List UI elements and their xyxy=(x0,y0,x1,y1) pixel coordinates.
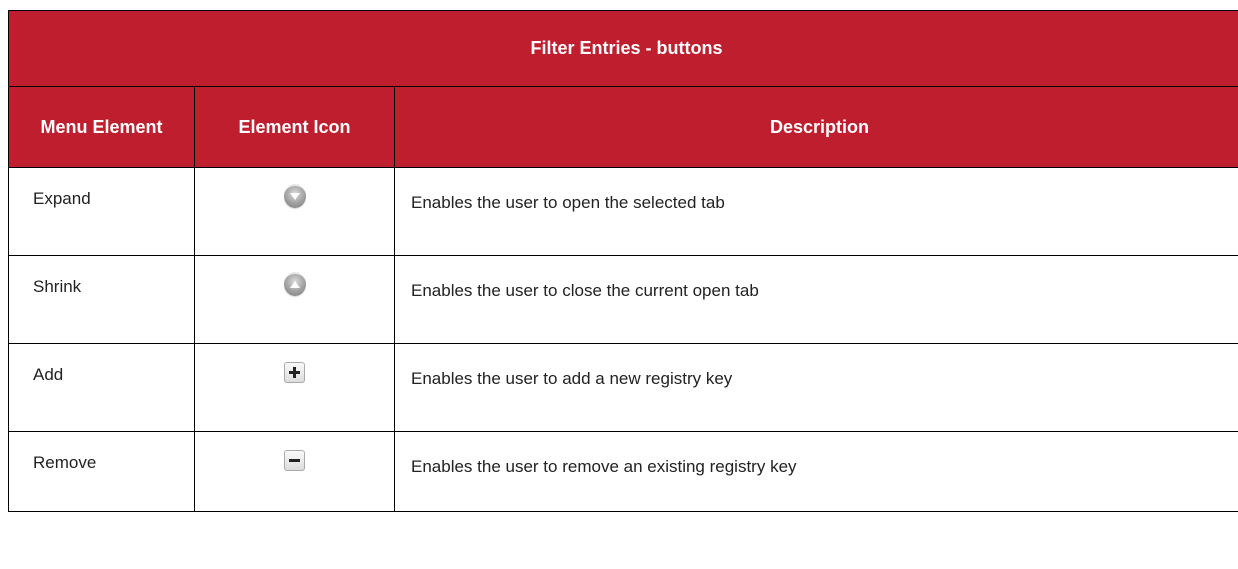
element-icon-cell xyxy=(194,343,395,432)
table-header-row: Menu Element Element Icon Description xyxy=(8,86,1238,168)
description-cell: Enables the user to add a new registry k… xyxy=(393,343,1238,432)
menu-element-name: Expand xyxy=(8,167,195,256)
element-icon-cell xyxy=(194,431,395,512)
menu-element-name: Add xyxy=(8,343,195,432)
header-description: Description xyxy=(393,86,1238,168)
table-container: Filter Entries - buttons Menu Element El… xyxy=(8,10,1238,569)
table-title: Filter Entries - buttons xyxy=(8,10,1238,87)
description-cell: Enables the user to remove an existing r… xyxy=(393,431,1238,512)
menu-element-name: Remove xyxy=(8,431,195,512)
header-menu-element: Menu Element xyxy=(8,86,195,168)
table-row: Remove Enables the user to remove an exi… xyxy=(8,431,1238,512)
element-icon-cell xyxy=(194,255,395,344)
header-element-icon: Element Icon xyxy=(194,86,395,168)
menu-element-name: Shrink xyxy=(8,255,195,344)
description-cell: Enables the user to open the selected ta… xyxy=(393,167,1238,256)
description-cell: Enables the user to close the current op… xyxy=(393,255,1238,344)
plus-icon[interactable] xyxy=(284,362,305,383)
table-row: Shrink Enables the user to close the cur… xyxy=(8,255,1238,344)
table-title-row: Filter Entries - buttons xyxy=(8,10,1238,87)
element-icon-cell xyxy=(194,167,395,256)
chevron-up-circle-icon[interactable] xyxy=(283,272,306,296)
chevron-down-circle-icon[interactable] xyxy=(283,184,306,208)
filter-entries-table: Filter Entries - buttons Menu Element El… xyxy=(8,10,1238,512)
table-row: Add Enables the user to add a new regist… xyxy=(8,343,1238,432)
minus-icon[interactable] xyxy=(284,450,305,471)
table-row: Expand Enables the user to open the sele… xyxy=(8,167,1238,256)
